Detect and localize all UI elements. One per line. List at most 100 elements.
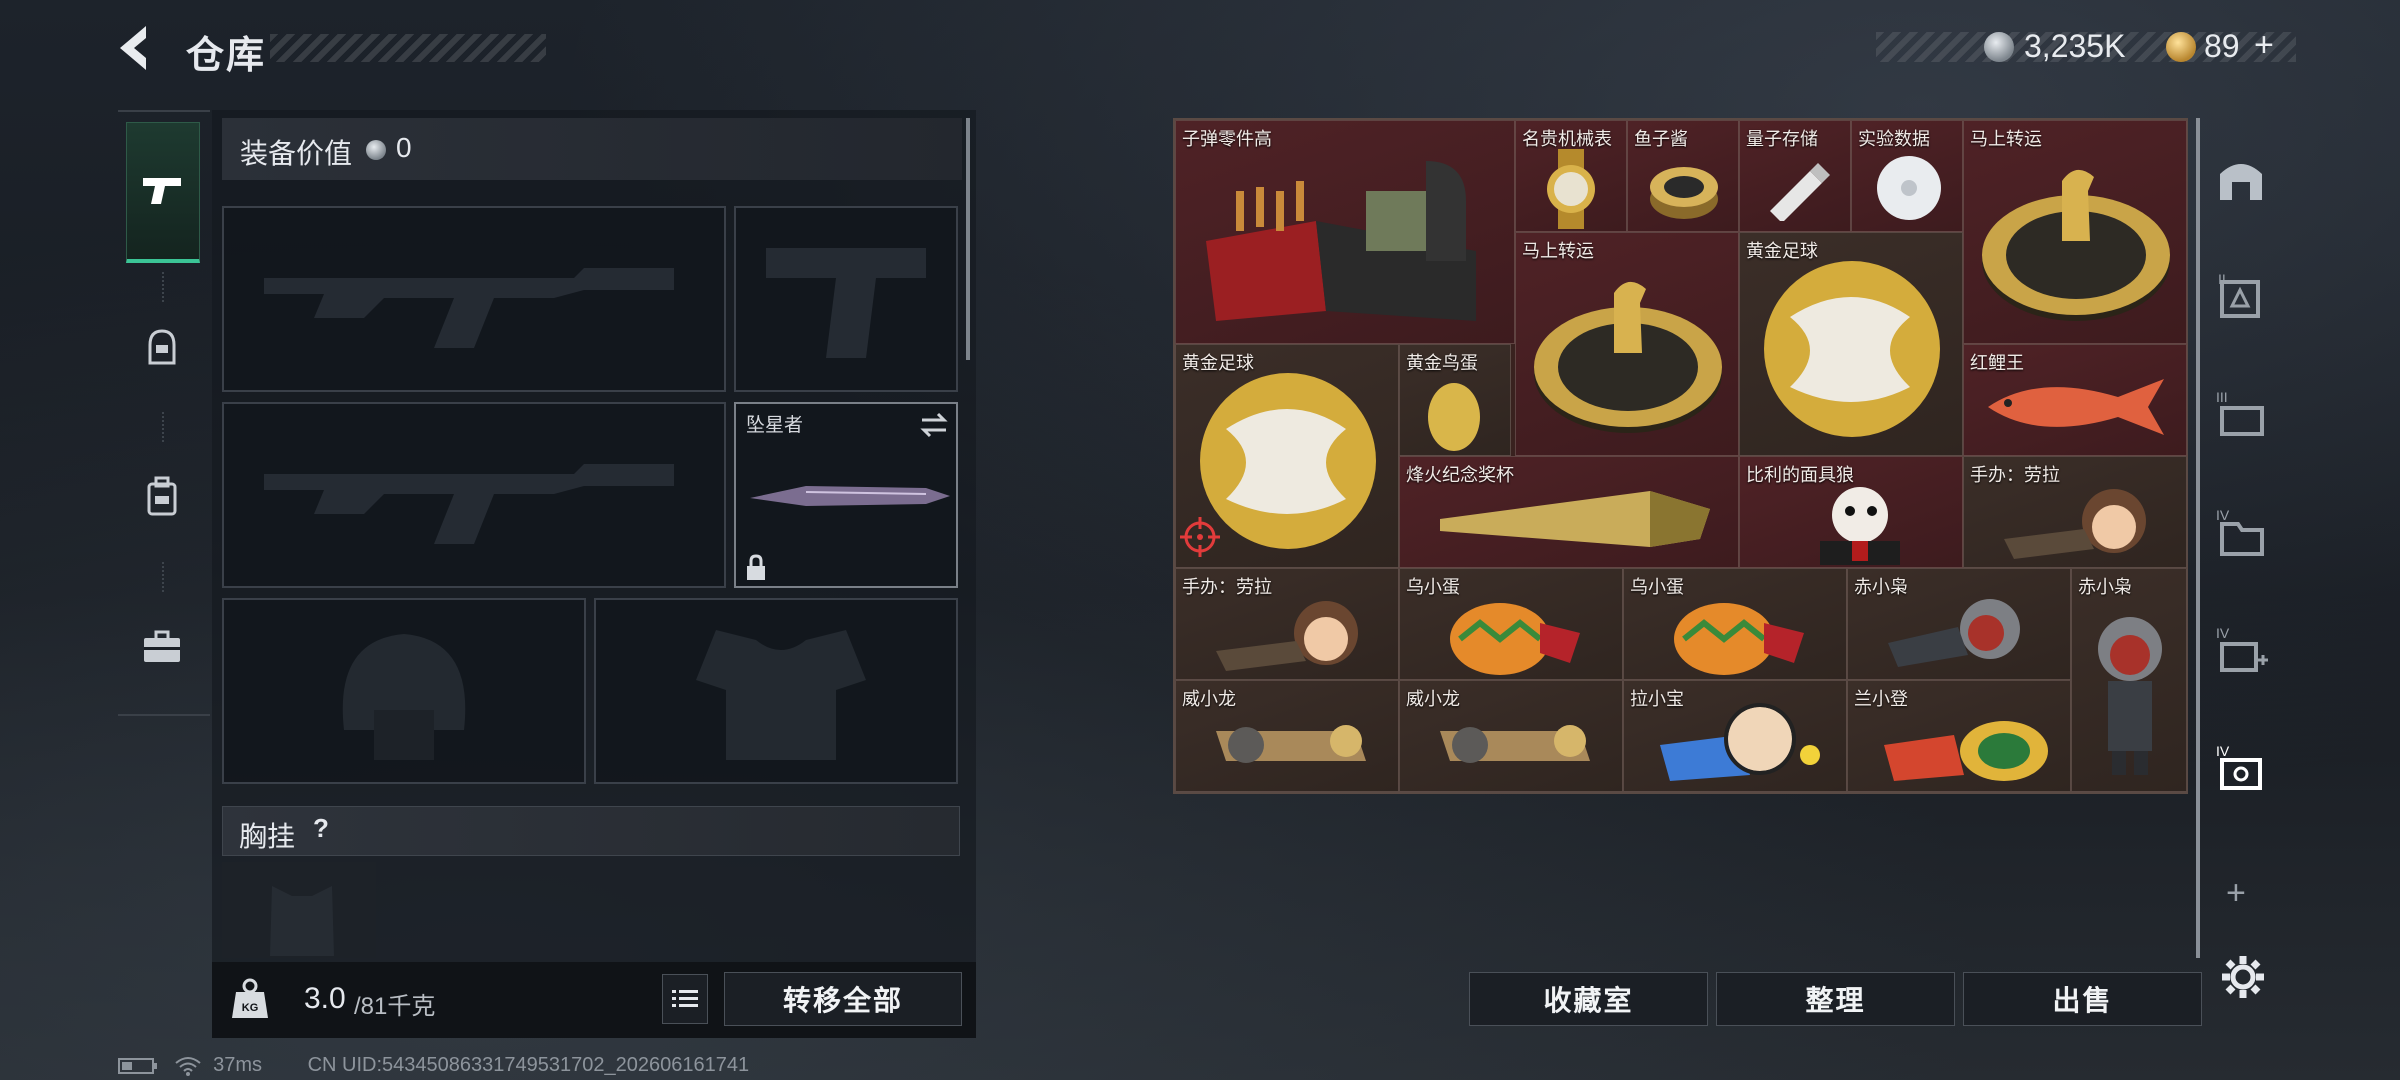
item-label: 烽火纪念奖杯 xyxy=(1406,465,1514,485)
tier-4-case-icon[interactable]: IV xyxy=(2214,742,2268,796)
stash-item-wu-egg-1[interactable]: 乌小蛋 xyxy=(1399,568,1623,680)
tier-4-medkit-icon[interactable]: IV xyxy=(2214,624,2268,678)
stash-item-quantum-storage[interactable]: 量子存储 xyxy=(1739,120,1851,232)
helmet-silhouette-icon xyxy=(342,634,466,760)
golden-egg-icon xyxy=(1428,383,1480,451)
stash-item-la-xiao[interactable]: 拉小宝 xyxy=(1623,680,1847,792)
settings-gear-icon[interactable] xyxy=(2220,954,2266,1000)
stash-item-golden-egg[interactable]: 黄金鸟蛋 xyxy=(1399,344,1511,456)
add-container-button[interactable]: + xyxy=(2226,874,2246,913)
lock-icon xyxy=(747,554,765,580)
nav-separator xyxy=(162,272,164,302)
tier-4-folder-icon[interactable]: IV xyxy=(2214,506,2268,560)
swap-icon[interactable] xyxy=(918,412,950,438)
rifle-silhouette-icon xyxy=(264,464,674,544)
gold-add-button[interactable]: + xyxy=(2254,26,2274,65)
list-view-button[interactable] xyxy=(662,974,708,1024)
page-title: 仓库 xyxy=(186,35,267,77)
item-label: 赤小枭 xyxy=(2078,577,2132,597)
item-label: 名贵机械表 xyxy=(1522,129,1612,149)
red-owl-figure-icon xyxy=(2098,617,2162,775)
item-label: 赤小枭 xyxy=(1854,577,1908,597)
item-label: 兰小登 xyxy=(1854,689,1908,709)
item-label: 黄金鸟蛋 xyxy=(1406,353,1478,373)
stash-item-chi-xiao-xiao-1[interactable]: 赤小枭 xyxy=(1847,568,2071,680)
ammo-crate-icon xyxy=(1206,161,1476,321)
item-label: 红鲤王 xyxy=(1970,353,2024,373)
nav-case[interactable] xyxy=(126,602,198,692)
stash-item-horse-fortune-1[interactable]: 马上转运 xyxy=(1963,120,2187,344)
stash-item-lan-xiao-deng[interactable]: 兰小登 xyxy=(1847,680,2071,792)
ping-value: 37ms xyxy=(213,1054,263,1076)
loadout-category-nav xyxy=(118,110,210,716)
chest-help-icon[interactable]: ? xyxy=(313,813,329,844)
item-label: 子弹零件高 xyxy=(1182,129,1272,149)
sidearm-slot[interactable] xyxy=(734,206,958,392)
beacon-trophy-icon xyxy=(1440,491,1710,547)
stash-item-experiment-data[interactable]: 实验数据 xyxy=(1851,120,1963,232)
equipment-value-label: 装备价值 xyxy=(240,138,353,169)
stash-item-luxury-watch[interactable]: 名贵机械表 xyxy=(1515,120,1627,232)
briefcase-icon xyxy=(144,630,180,662)
stash-item-beacon-cup[interactable]: 烽火纪念奖杯 xyxy=(1399,456,1739,568)
melee-label: 坠星者 xyxy=(746,415,804,436)
silver-currency-value: 3,235K xyxy=(2024,28,2126,64)
item-label: 乌小蛋 xyxy=(1406,577,1460,597)
weight-bar: KG 3.0 /81千克 转移全部 xyxy=(212,962,976,1038)
stash-item-wu-egg-2[interactable]: 乌小蛋 xyxy=(1623,568,1847,680)
laura-figure-icon xyxy=(1216,601,1358,671)
secondary-weapon-slot[interactable] xyxy=(222,402,726,588)
stash-item-chi-xiao-xiao-2[interactable]: 赤小枭 xyxy=(2071,568,2187,792)
stash-item-golden-ball-1[interactable]: 黄金足球 xyxy=(1739,232,1963,456)
safehouse-icon[interactable] xyxy=(2214,152,2268,206)
stash-item-billy-mask[interactable]: 比利的面具狼 xyxy=(1739,456,1963,568)
tier-2-bag-icon[interactable]: II xyxy=(2214,270,2268,324)
caviar-tin-icon xyxy=(1650,167,1718,219)
back-arrow-icon[interactable] xyxy=(112,22,160,74)
wei-dragon-figure-icon xyxy=(1440,725,1590,763)
sell-button[interactable]: 出售 xyxy=(1963,972,2202,1026)
wei-dragon-figure-icon xyxy=(1216,725,1366,763)
stash-item-red-carp[interactable]: 红鲤王 xyxy=(1963,344,2187,456)
silver-coin-icon xyxy=(366,140,386,160)
helmet-slot[interactable] xyxy=(222,598,586,784)
stash-item-figure-laura-1[interactable]: 手办：劳拉 xyxy=(1963,456,2187,568)
stash-item-wei-dragon-1[interactable]: 威小龙 xyxy=(1175,680,1399,792)
helmet-icon xyxy=(148,329,176,365)
melee-slot[interactable]: 坠星者 xyxy=(734,402,958,588)
collection-room-button[interactable]: 收藏室 xyxy=(1469,972,1708,1026)
horse-medallion-icon xyxy=(1982,169,2170,321)
stash-item-figure-laura-2[interactable]: 手办：劳拉 xyxy=(1175,568,1399,680)
svg-text:KG: KG xyxy=(242,1002,259,1014)
stash-item-horse-fortune-2[interactable]: 马上转运 xyxy=(1515,232,1739,456)
chest-rig-header: 胸挂 ? xyxy=(222,806,960,856)
stash-grid: 子弹零件高 名贵机械表 鱼子酱 量子存储 实验数据 马上转运 马上转运 黄金足球… xyxy=(1173,118,2188,794)
stash-item-caviar[interactable]: 鱼子酱 xyxy=(1627,120,1739,232)
horse-medallion-icon xyxy=(1534,281,1722,433)
equipment-value: 0 xyxy=(396,132,412,163)
item-label: 手办：劳拉 xyxy=(1182,577,1272,597)
nav-backpack[interactable] xyxy=(126,452,198,542)
item-label: 马上转运 xyxy=(1970,129,2042,149)
nav-separator xyxy=(162,412,164,442)
transfer-all-button[interactable]: 转移全部 xyxy=(724,972,962,1026)
weight-kg-icon: KG xyxy=(232,978,268,1018)
item-label: 手办：劳拉 xyxy=(1970,465,2060,485)
equipment-value-bar: 装备价值 0 xyxy=(222,118,962,180)
primary-weapon-slot[interactable] xyxy=(222,206,726,392)
nav-helmet[interactable] xyxy=(126,312,198,382)
loadout-scrollbar[interactable] xyxy=(966,118,970,360)
armor-slot[interactable] xyxy=(594,598,958,784)
list-icon xyxy=(672,990,698,1007)
stash-item-golden-ball-2[interactable]: 黄金足球 xyxy=(1175,344,1399,568)
stash-item-bullet-parts[interactable]: 子弹零件高 xyxy=(1175,120,1515,344)
silver-coin-icon xyxy=(1984,32,2014,62)
nav-weapon[interactable] xyxy=(126,122,200,263)
item-label: 马上转运 xyxy=(1522,241,1594,261)
stash-item-wei-dragon-2[interactable]: 威小龙 xyxy=(1399,680,1623,792)
chest-rig-slot[interactable] xyxy=(222,862,376,958)
item-label: 量子存储 xyxy=(1746,129,1818,149)
item-label: 黄金足球 xyxy=(1746,241,1818,261)
organize-button[interactable]: 整理 xyxy=(1716,972,1955,1026)
tier-3-bag-icon[interactable]: III xyxy=(2214,388,2268,442)
